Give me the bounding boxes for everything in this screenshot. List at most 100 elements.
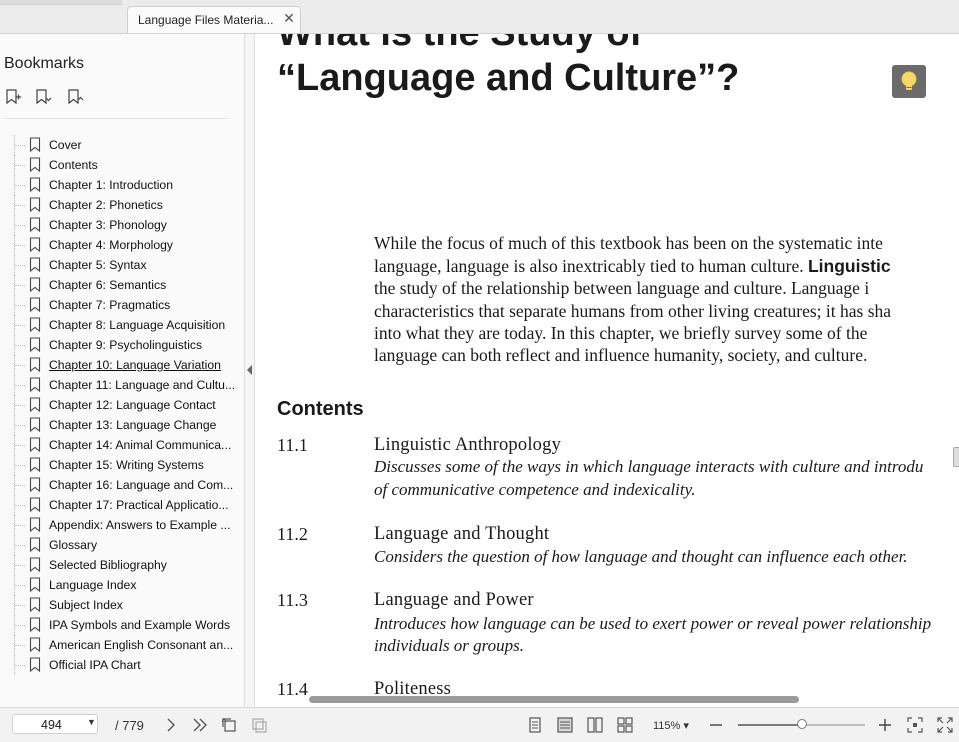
tree-connector <box>14 475 27 495</box>
fullscreen-icon[interactable] <box>936 716 954 734</box>
two-page-continuous-icon[interactable] <box>616 716 634 734</box>
section-title[interactable]: Linguistic Anthropology <box>374 435 561 456</box>
bookmark-icon <box>29 237 41 252</box>
tab-bar: Language Files Materia... ✕ <box>0 0 959 34</box>
bookmark-label: Chapter 5: Syntax <box>49 258 147 272</box>
bookmark-item[interactable]: Chapter 1: Introduction <box>0 175 244 195</box>
last-page-icon[interactable] <box>191 716 209 734</box>
bookmark-label: Chapter 4: Morphology <box>49 238 173 252</box>
bookmark-icon <box>29 597 41 612</box>
bookmark-label: Language Index <box>49 578 137 592</box>
tree-connector <box>14 335 27 355</box>
section-number: 11.3 <box>277 590 308 610</box>
bookmark-label: Official IPA Chart <box>49 658 141 672</box>
bookmark-item[interactable]: American English Consonant an... <box>0 635 244 655</box>
bookmark-item[interactable]: Chapter 8: Language Acquisition <box>0 315 244 335</box>
bookmark-icon <box>29 377 41 392</box>
bookmark-item[interactable]: Appendix: Answers to Example ... <box>0 515 244 535</box>
bookmark-item[interactable]: Selected Bibliography <box>0 555 244 575</box>
bookmark-item[interactable]: Chapter 6: Semantics <box>0 275 244 295</box>
tree-connector <box>14 415 27 435</box>
bookmark-label: Chapter 2: Phonetics <box>49 198 163 212</box>
section-title[interactable]: Language and Power <box>374 590 534 611</box>
bookmark-item[interactable]: Chapter 11: Language and Cultu... <box>0 375 244 395</box>
lightbulb-button[interactable] <box>892 65 926 98</box>
bookmark-collapse-icon[interactable] <box>66 88 84 106</box>
bookmark-item[interactable]: Chapter 2: Phonetics <box>0 195 244 215</box>
bookmark-item[interactable]: Chapter 4: Morphology <box>0 235 244 255</box>
zoom-slider-fill <box>738 724 802 726</box>
document-tab[interactable]: Language Files Materia... ✕ <box>127 6 301 33</box>
bookmark-item[interactable]: Chapter 7: Pragmatics <box>0 295 244 315</box>
zoom-level-select[interactable]: 115% ▾ <box>653 719 689 732</box>
single-page-icon[interactable] <box>526 716 544 734</box>
bookmark-item[interactable]: Contents <box>0 155 244 175</box>
horizontal-scrollbar[interactable] <box>309 696 799 703</box>
tree-connector <box>14 275 27 295</box>
section-title[interactable]: Language and Thought <box>374 524 549 545</box>
zoom-level: 115% <box>653 720 681 732</box>
bookmark-icon <box>29 537 41 552</box>
fit-page-icon[interactable] <box>906 716 924 734</box>
bookmark-icon <box>29 637 41 652</box>
bookmark-icon <box>29 217 41 232</box>
vertical-scroll-handle[interactable] <box>953 447 959 467</box>
intro-text-line: While the focus of much of this textbook… <box>374 233 883 253</box>
tab-close-icon[interactable]: ✕ <box>281 10 297 26</box>
zoom-in-icon[interactable] <box>876 716 894 734</box>
bookmark-item[interactable]: Cover <box>0 135 244 155</box>
lightbulb-icon <box>901 71 917 90</box>
tree-connector <box>14 535 27 555</box>
bookmark-label: Chapter 17: Practical Applicatio... <box>49 498 229 512</box>
section-description: Discusses some of the ways in which lang… <box>374 457 924 476</box>
document-page[interactable]: What is the Study of “Language and Cultu… <box>254 34 959 707</box>
bookmark-item[interactable]: Chapter 14: Animal Communica... <box>0 435 244 455</box>
add-bookmark-icon[interactable] <box>4 88 22 106</box>
page-total: / 779 <box>115 718 144 733</box>
intro-text-line: language, language is also inextricably … <box>374 256 891 277</box>
bookmark-icon <box>29 477 41 492</box>
bookmark-item[interactable]: Chapter 12: Language Contact <box>0 395 244 415</box>
bookmark-icon <box>29 557 41 572</box>
bookmark-icon <box>29 337 41 352</box>
bookmark-label: Contents <box>49 158 98 172</box>
bookmark-icon <box>29 317 41 332</box>
collapse-sidebar-icon[interactable] <box>245 363 253 377</box>
next-view-icon[interactable] <box>250 716 268 734</box>
zoom-slider-thumb[interactable] <box>796 719 807 729</box>
two-page-icon[interactable] <box>586 716 604 734</box>
bookmark-item[interactable]: Chapter 17: Practical Applicatio... <box>0 495 244 515</box>
bookmark-item[interactable]: Chapter 15: Writing Systems <box>0 455 244 475</box>
sidebar-title: Bookmarks <box>4 55 85 72</box>
section-number: 11.2 <box>277 524 308 544</box>
tree-connector <box>14 435 27 455</box>
bookmark-item[interactable]: Language Index <box>0 575 244 595</box>
bookmark-item[interactable]: Glossary <box>0 535 244 555</box>
bookmark-item[interactable]: Chapter 5: Syntax <box>0 255 244 275</box>
continuous-page-icon[interactable] <box>556 716 574 734</box>
page-number-input[interactable]: 494 ▼ <box>12 714 98 734</box>
tree-connector <box>14 155 27 175</box>
bookmark-item[interactable]: Official IPA Chart <box>0 655 244 675</box>
zoom-out-icon[interactable] <box>707 716 725 734</box>
tab-stub[interactable] <box>0 0 122 5</box>
bookmark-item[interactable]: Chapter 10: Language Variation <box>0 355 244 375</box>
bookmark-item[interactable]: Chapter 3: Phonology <box>0 215 244 235</box>
chevron-down-icon[interactable]: ▼ <box>87 717 96 727</box>
bookmark-item[interactable]: Chapter 16: Language and Com... <box>0 475 244 495</box>
bookmark-item[interactable]: Subject Index <box>0 595 244 615</box>
bookmark-expand-icon[interactable] <box>34 88 52 106</box>
bookmark-item[interactable]: IPA Symbols and Example Words <box>0 615 244 635</box>
intro-text-line: into what they are today. In this chapte… <box>374 323 868 343</box>
bookmark-item[interactable]: Chapter 9: Psycholinguistics <box>0 335 244 355</box>
next-page-icon[interactable] <box>162 716 180 734</box>
tree-connector <box>14 555 27 575</box>
bookmark-label: Chapter 7: Pragmatics <box>49 298 171 312</box>
bookmark-label: Selected Bibliography <box>49 558 167 572</box>
tree-connector <box>14 595 27 615</box>
bookmark-item[interactable]: Chapter 13: Language Change <box>0 415 244 435</box>
bookmark-label: American English Consonant an... <box>49 638 234 652</box>
bookmark-label: Chapter 10: Language Variation <box>49 358 221 372</box>
section-description: Introduces how language can be used to e… <box>374 614 932 633</box>
previous-view-icon[interactable] <box>220 716 238 734</box>
